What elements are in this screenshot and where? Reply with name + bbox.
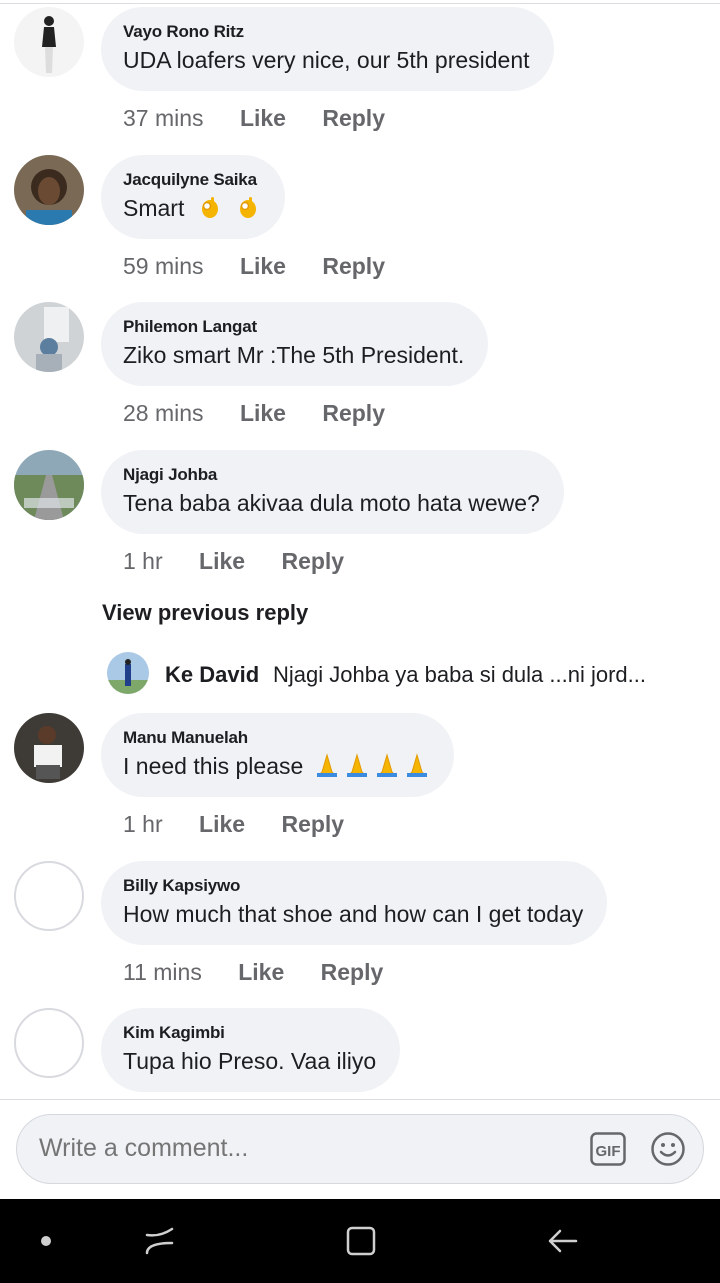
back-icon[interactable] — [542, 1221, 582, 1261]
comment-author[interactable]: Kim Kagimbi — [123, 1022, 376, 1044]
reply-text: Njagi Johba ya baba si dula ...ni jord..… — [273, 662, 647, 687]
comment-time[interactable]: 1 hr — [123, 546, 163, 576]
comment-bubble: Jacquilyne Saika Smart — [101, 155, 286, 239]
comment-text: I need this please — [123, 751, 430, 781]
reply-button[interactable]: Reply — [281, 546, 344, 576]
avatar[interactable] — [14, 861, 84, 931]
like-button[interactable]: Like — [240, 103, 286, 133]
reply-button[interactable]: Reply — [321, 957, 384, 987]
comment-input[interactable] — [37, 1133, 561, 1164]
emoji-icon[interactable] — [650, 1131, 686, 1167]
reply-button[interactable]: Reply — [281, 809, 344, 839]
comment-bubble: Vayo Rono Ritz UDA loafers very nice, ou… — [101, 7, 554, 91]
comment-time[interactable]: 28 mins — [123, 398, 204, 428]
comment-composer[interactable]: GIF — [16, 1114, 704, 1184]
comment-text-content: I need this please — [123, 753, 304, 779]
like-button[interactable]: Like — [199, 546, 245, 576]
comment-meta: 28 mins Like Reply — [123, 398, 385, 428]
home-icon[interactable] — [341, 1221, 381, 1261]
ok-hand-emoji-icon — [240, 197, 257, 218]
comment-text: UDA loafers very nice, our 5th president — [123, 47, 530, 73]
reply-preview[interactable]: Ke David Njagi Johba ya baba si dula ...… — [107, 652, 707, 696]
comment-meta: 11 mins Like Reply — [123, 957, 383, 987]
comment-meta: 37 mins Like Reply — [123, 103, 385, 133]
comment-meta: 1 hr Like Reply — [123, 546, 344, 576]
reply-button[interactable]: Reply — [322, 251, 385, 281]
comment-text: Smart — [123, 193, 261, 223]
like-button[interactable]: Like — [238, 957, 284, 987]
avatar[interactable] — [14, 302, 84, 372]
avatar[interactable] — [14, 7, 84, 77]
comment-text-content: Smart — [123, 195, 185, 221]
comment-author[interactable]: Manu Manuelah — [123, 727, 430, 749]
avatar[interactable] — [14, 1008, 84, 1078]
comment-author[interactable]: Njagi Johba — [123, 464, 540, 486]
comment-text: How much that shoe and how can I get tod… — [123, 901, 584, 927]
like-button[interactable]: Like — [240, 398, 286, 428]
gif-label: GIF — [596, 1143, 621, 1160]
avatar[interactable] — [14, 713, 84, 783]
nav-dot-icon[interactable] — [26, 1221, 66, 1261]
comment-author[interactable]: Philemon Langat — [123, 316, 464, 338]
comment-author[interactable]: Billy Kapsiywo — [123, 875, 583, 897]
comment-author[interactable]: Jacquilyne Saika — [123, 169, 261, 191]
comment-author[interactable]: Vayo Rono Ritz — [123, 21, 530, 43]
avatar[interactable] — [14, 155, 84, 225]
comment-text: Tena baba akivaa dula moto hata wewe? — [123, 490, 540, 516]
reply-button[interactable]: Reply — [322, 398, 385, 428]
like-button[interactable]: Like — [240, 251, 286, 281]
comment-time[interactable]: 37 mins — [123, 103, 204, 133]
comment-text: Tupa hio Preso. Vaa iliyo — [123, 1048, 377, 1074]
comment-bubble: Billy Kapsiywo How much that shoe and ho… — [101, 861, 608, 945]
comment-bubble: Manu Manuelah I need this please — [101, 713, 454, 797]
reply-author[interactable]: Ke David — [165, 662, 259, 688]
top-divider — [0, 3, 720, 4]
comment-text: Ziko smart Mr :The 5th President. — [123, 342, 465, 368]
comment-bubble: Njagi Johba Tena baba akivaa dula moto h… — [101, 450, 564, 534]
view-previous-reply-link[interactable]: View previous reply — [102, 600, 308, 626]
system-navigation-bar — [0, 1199, 720, 1283]
reply-button[interactable]: Reply — [322, 103, 385, 133]
avatar[interactable] — [14, 450, 84, 520]
folded-hands-emoji-icon — [310, 753, 430, 779]
comment-bubble: Kim Kagimbi Tupa hio Preso. Vaa iliyo — [101, 1008, 401, 1092]
avatar[interactable] — [107, 652, 149, 694]
composer-divider — [0, 1099, 720, 1100]
gif-icon[interactable]: GIF — [590, 1132, 626, 1166]
comment-time[interactable]: 59 mins — [123, 251, 204, 281]
comment-meta: 1 hr Like Reply — [123, 809, 344, 839]
ok-hand-emoji-icon — [201, 197, 218, 218]
comment-bubble: Philemon Langat Ziko smart Mr :The 5th P… — [101, 302, 489, 386]
comment-time[interactable]: 1 hr — [123, 809, 163, 839]
recent-apps-icon[interactable] — [140, 1221, 180, 1261]
comment-meta: 59 mins Like Reply — [123, 251, 385, 281]
like-button[interactable]: Like — [199, 809, 245, 839]
comment-time[interactable]: 11 mins — [123, 957, 202, 987]
